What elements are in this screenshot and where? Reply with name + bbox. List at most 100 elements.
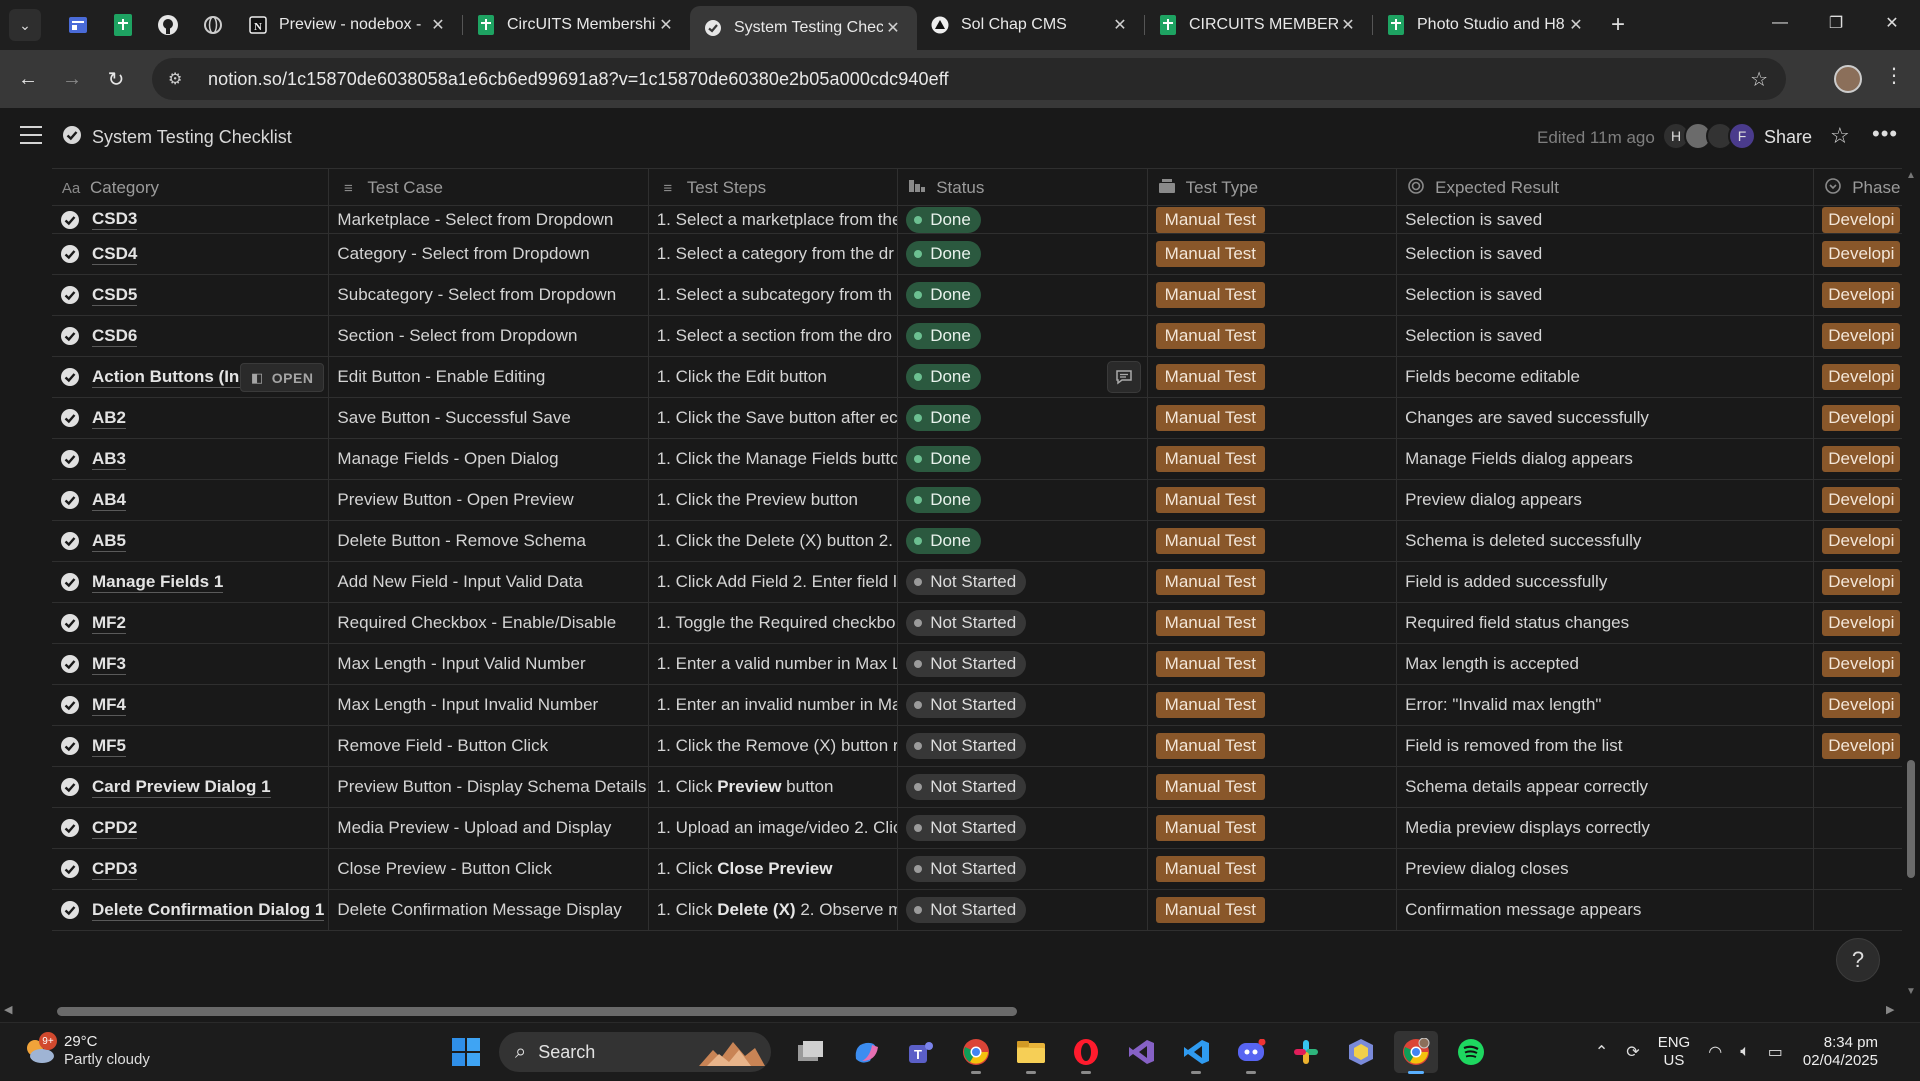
test-steps-cell[interactable]: 1. Enter an invalid number in Ma <box>649 685 899 725</box>
phase-cell[interactable] <box>1814 890 1904 930</box>
test-steps-cell[interactable]: 1. Select a marketplace from the <box>649 206 899 233</box>
forward-button[interactable]: → <box>50 59 94 99</box>
category-name[interactable]: Manage Fields 1 <box>92 572 224 593</box>
table-row[interactable]: CSD4 Category - Select from Dropdown 1. … <box>52 234 1904 275</box>
test-type-cell[interactable]: Manual Test <box>1148 316 1398 356</box>
teams-icon[interactable]: T <box>899 1031 943 1073</box>
phase-cell[interactable] <box>1814 849 1904 889</box>
status-cell[interactable]: Not Started <box>898 767 1148 807</box>
scroll-up-arrow[interactable]: ▲ <box>1906 170 1916 181</box>
language-indicator[interactable]: ENG US <box>1658 1034 1691 1070</box>
test-type-cell[interactable]: Manual Test <box>1148 685 1398 725</box>
chrome-icon[interactable] <box>954 1031 998 1074</box>
test-type-cell[interactable]: Manual Test <box>1148 890 1398 930</box>
bookmark-star-icon[interactable]: ☆ <box>1750 67 1768 92</box>
test-steps-cell[interactable]: 1. Select a category from the dr <box>649 234 899 274</box>
table-row[interactable]: Card Preview Dialog 1 Preview Button - D… <box>52 767 1904 808</box>
expected-result-cell[interactable]: Preview dialog appears <box>1397 480 1815 520</box>
phase-cell[interactable]: Developi <box>1814 206 1904 233</box>
sync-icon[interactable]: ⟳ <box>1626 1042 1639 1062</box>
test-steps-cell[interactable]: 1. Click the Save button after ec <box>649 398 899 438</box>
close-tab-icon[interactable]: ✕ <box>883 18 903 38</box>
test-type-cell[interactable]: Manual Test <box>1148 398 1398 438</box>
category-name[interactable]: AB2 <box>92 408 127 429</box>
category-cell[interactable]: MF4 <box>52 685 330 725</box>
pinned-tab-sheets[interactable] <box>100 5 145 45</box>
windows-start-button[interactable] <box>444 1031 488 1073</box>
category-cell[interactable]: Card Preview Dialog 1 <box>52 767 330 807</box>
scroll-right-arrow[interactable]: ▶ <box>1886 1003 1894 1016</box>
test-steps-cell[interactable]: 1. Toggle the Required checkbo <box>649 603 899 643</box>
close-tab-icon[interactable]: ✕ <box>1338 15 1358 35</box>
test-case-cell[interactable]: Add New Field - Input Valid Data <box>329 562 649 602</box>
expected-result-cell[interactable]: Changes are saved successfully <box>1397 398 1815 438</box>
test-case-cell[interactable]: Preview Button - Display Schema Details <box>329 767 649 807</box>
phase-cell[interactable]: Developi <box>1814 275 1904 315</box>
scroll-left-arrow[interactable]: ◀ <box>4 1003 12 1016</box>
test-steps-cell[interactable]: 1. Click the Manage Fields butto <box>649 439 899 479</box>
category-name[interactable]: CPD3 <box>92 859 138 880</box>
close-tab-icon[interactable]: ✕ <box>428 15 448 35</box>
category-name[interactable]: MF3 <box>92 654 126 675</box>
tab-preview-nodebox[interactable]: N Preview - nodebox - ✕ <box>235 5 462 45</box>
table-row[interactable]: AB2 Save Button - Successful Save 1. Cli… <box>52 398 1904 439</box>
category-cell[interactable]: MF5 <box>52 726 330 766</box>
test-type-cell[interactable]: Manual Test <box>1148 726 1398 766</box>
status-cell[interactable]: Done <box>898 398 1148 438</box>
expected-result-cell[interactable]: Confirmation message appears <box>1397 890 1815 930</box>
test-type-cell[interactable]: Manual Test <box>1148 521 1398 561</box>
close-window-button[interactable]: ✕ <box>1864 0 1920 46</box>
test-type-cell[interactable]: Manual Test <box>1148 849 1398 889</box>
status-cell[interactable]: Not Started <box>898 685 1148 725</box>
test-case-cell[interactable]: Save Button - Successful Save <box>329 398 649 438</box>
table-row[interactable]: Delete Confirmation Dialog 1 Delete Conf… <box>52 890 1904 931</box>
test-case-cell[interactable]: Delete Button - Remove Schema <box>329 521 649 561</box>
table-row[interactable]: AB4 Preview Button - Open Preview 1. Cli… <box>52 480 1904 521</box>
column-header-phase[interactable]: Phase <box>1814 169 1904 207</box>
test-case-cell[interactable]: Media Preview - Upload and Display <box>329 808 649 848</box>
table-row[interactable]: MF5 Remove Field - Button Click 1. Click… <box>52 726 1904 767</box>
category-name[interactable]: CSD4 <box>92 244 138 265</box>
phase-cell[interactable]: Developi <box>1814 562 1904 602</box>
status-cell[interactable]: Done <box>898 234 1148 274</box>
category-name[interactable]: CPD2 <box>92 818 138 839</box>
category-cell[interactable]: AB4 <box>52 480 330 520</box>
status-cell[interactable]: Not Started <box>898 890 1148 930</box>
task-view-icon[interactable] <box>789 1031 833 1073</box>
table-row[interactable]: CPD3 Close Preview - Button Click 1. Cli… <box>52 849 1904 890</box>
column-header-test-type[interactable]: Test Type <box>1148 169 1398 207</box>
test-case-cell[interactable]: Delete Confirmation Message Display <box>329 890 649 930</box>
table-row[interactable]: AB5 Delete Button - Remove Schema 1. Cli… <box>52 521 1904 562</box>
test-type-cell[interactable]: Manual Test <box>1148 234 1398 274</box>
vertical-scrollbar[interactable]: ▲ ▼ <box>1902 168 1920 1000</box>
test-type-cell[interactable]: Manual Test <box>1148 480 1398 520</box>
status-cell[interactable]: Done <box>898 480 1148 520</box>
status-cell[interactable]: Done <box>898 275 1148 315</box>
restore-button[interactable]: ❐ <box>1808 0 1864 46</box>
test-case-cell[interactable]: Remove Field - Button Click <box>329 726 649 766</box>
status-cell[interactable]: Not Started <box>898 644 1148 684</box>
tab-system-testing-checklist[interactable]: System Testing Checkl ✕ <box>690 6 917 50</box>
test-steps-cell[interactable]: 1. Upload an image/video 2. Clic <box>649 808 899 848</box>
test-steps-cell[interactable]: 1. Enter a valid number in Max L <box>649 644 899 684</box>
test-case-cell[interactable]: Preview Button - Open Preview <box>329 480 649 520</box>
pinned-tab-forms[interactable] <box>55 5 100 45</box>
phase-cell[interactable]: Developi <box>1814 480 1904 520</box>
test-steps-cell[interactable]: 1. Click Add Field 2. Enter field la <box>649 562 899 602</box>
page-title[interactable]: System Testing Checklist <box>92 127 292 148</box>
status-cell[interactable]: Done <box>898 439 1148 479</box>
category-name[interactable]: CSD5 <box>92 285 138 306</box>
category-cell[interactable]: AB2 <box>52 398 330 438</box>
category-cell[interactable]: Delete Confirmation Dialog 1 <box>52 890 330 930</box>
test-steps-cell[interactable]: 1. Click the Remove (X) button r <box>649 726 899 766</box>
phase-cell[interactable]: Developi <box>1814 398 1904 438</box>
test-type-cell[interactable]: Manual Test <box>1148 644 1398 684</box>
security-app-icon[interactable] <box>1339 1031 1383 1073</box>
status-cell[interactable]: Done <box>898 521 1148 561</box>
more-options-icon[interactable]: ••• <box>1872 121 1898 147</box>
expected-result-cell[interactable]: Selection is saved <box>1397 275 1815 315</box>
column-header-status[interactable]: Status <box>898 169 1148 207</box>
test-steps-cell[interactable]: 1. Select a section from the dro <box>649 316 899 356</box>
status-cell[interactable]: Not Started <box>898 808 1148 848</box>
category-name[interactable]: CSD6 <box>92 326 138 347</box>
